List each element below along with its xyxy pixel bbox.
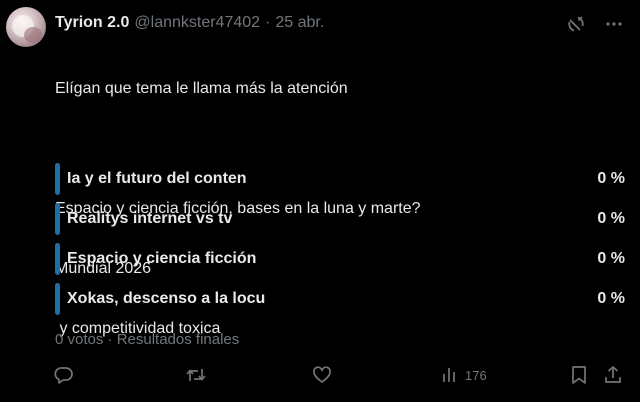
poll-meta: 0 votos · Resultados finales xyxy=(55,331,240,348)
grok-icon[interactable] xyxy=(566,14,586,34)
poll-option-label: Espacio y ciencia ficción xyxy=(67,250,257,267)
poll: Ia y el futuro del conten 0 % Realitys i… xyxy=(55,163,625,323)
poll-option: Realitys internet vs tv 0 % xyxy=(55,203,625,235)
share-button[interactable] xyxy=(603,364,623,386)
like-icon xyxy=(312,365,332,385)
bookmark-button[interactable] xyxy=(570,364,588,386)
tweet-text-line: Elígan que tema le llama más la atención xyxy=(55,80,348,97)
poll-option: Espacio y ciencia ficción 0 % xyxy=(55,243,625,275)
more-icon[interactable] xyxy=(604,14,624,34)
poll-option-percent: 0 % xyxy=(597,170,625,187)
poll-option: Xokas, descenso a la locu 0 % xyxy=(55,283,625,315)
poll-option-label: Ia y el futuro del conten xyxy=(67,170,247,187)
top-actions xyxy=(566,14,624,34)
display-name[interactable]: Tyrion 2.0 xyxy=(55,14,129,32)
poll-option-label: Xokas, descenso a la locu xyxy=(67,290,266,307)
poll-option-bar xyxy=(55,283,60,315)
views-icon xyxy=(441,365,459,385)
views-button[interactable]: 176 xyxy=(441,364,487,386)
action-bar: 176 xyxy=(0,364,640,388)
views-count: 176 xyxy=(465,367,487,383)
poll-option-bar xyxy=(55,163,60,195)
user-handle[interactable]: @lannkster47402 xyxy=(134,14,260,32)
retweet-icon xyxy=(185,365,207,385)
avatar-shade xyxy=(24,27,42,43)
separator: · xyxy=(265,14,271,31)
poll-option-bar xyxy=(55,243,60,275)
avatar[interactable] xyxy=(6,7,46,47)
tweet[interactable]: Tyrion 2.0 @lannkster47402 · 25 abr. Elí… xyxy=(0,0,640,402)
poll-option: Ia y el futuro del conten 0 % xyxy=(55,163,625,195)
tweet-date[interactable]: 25 abr. xyxy=(275,14,324,32)
tweet-text-line xyxy=(55,139,421,159)
poll-option-bar xyxy=(55,203,60,235)
poll-option-percent: 0 % xyxy=(597,210,625,227)
poll-option-percent: 0 % xyxy=(597,290,625,307)
reply-icon xyxy=(54,365,74,385)
reply-button[interactable] xyxy=(54,364,74,386)
poll-option-label: Realitys internet vs tv xyxy=(67,210,233,227)
like-button[interactable] xyxy=(312,364,332,386)
tweet-header: Tyrion 2.0 @lannkster47402 · 25 abr. xyxy=(55,14,324,34)
retweet-button[interactable] xyxy=(185,364,207,386)
bookmark-icon xyxy=(570,365,588,385)
poll-option-percent: 0 % xyxy=(597,250,625,267)
share-icon xyxy=(603,365,623,385)
